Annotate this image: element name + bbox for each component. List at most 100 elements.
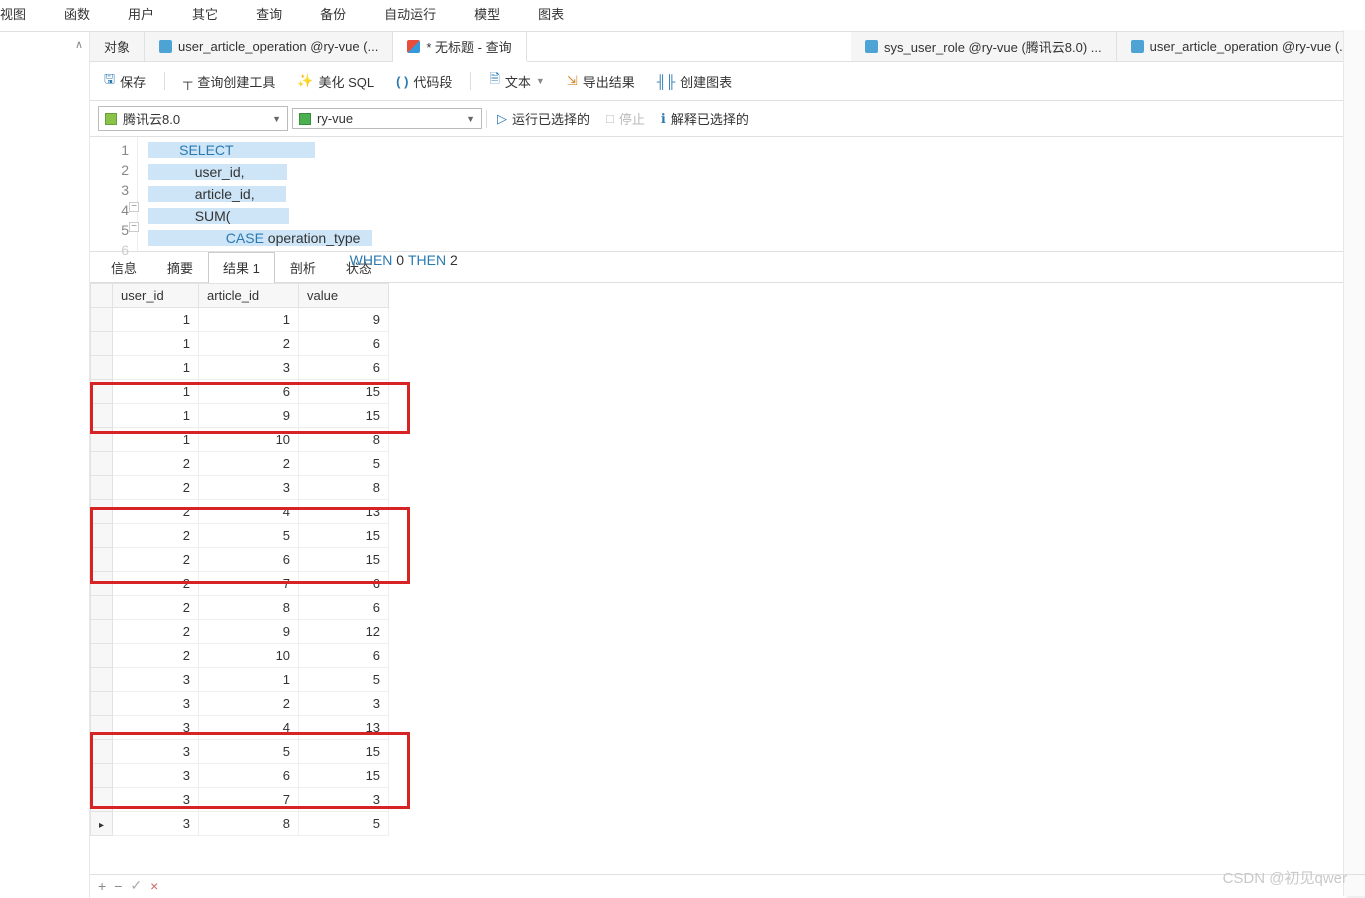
cell[interactable]: 2 (113, 572, 199, 596)
row-header[interactable] (91, 524, 113, 548)
row-header[interactable] (91, 428, 113, 452)
table-row[interactable]: 2615 (91, 548, 389, 572)
col-user-id[interactable]: user_id (113, 284, 199, 308)
table-row[interactable]: 2413 (91, 500, 389, 524)
table-row[interactable]: 1615 (91, 380, 389, 404)
cell[interactable]: 2 (113, 644, 199, 668)
table-row[interactable]: 126 (91, 332, 389, 356)
cell[interactable]: 5 (299, 812, 389, 836)
create-chart-button[interactable]: ╢╟创建图表 (653, 70, 736, 93)
cell[interactable]: 5 (299, 668, 389, 692)
cell[interactable]: 13 (299, 716, 389, 740)
fold-icon[interactable]: − (129, 222, 139, 232)
row-header[interactable] (91, 596, 113, 620)
cell[interactable]: 1 (113, 428, 199, 452)
cell[interactable]: 3 (113, 788, 199, 812)
table-row[interactable]: 276 (91, 572, 389, 596)
row-header[interactable] (91, 500, 113, 524)
tab-objects[interactable]: 对象 (90, 32, 145, 61)
cell[interactable]: 8 (199, 596, 299, 620)
cell[interactable]: 1 (113, 404, 199, 428)
cell[interactable]: 1 (113, 356, 199, 380)
row-header[interactable] (91, 380, 113, 404)
cell[interactable]: 6 (299, 644, 389, 668)
stop-button[interactable]: □停止 (600, 107, 651, 130)
cell[interactable]: 2 (113, 524, 199, 548)
row-header[interactable] (91, 812, 113, 836)
table-row[interactable]: 3615 (91, 764, 389, 788)
cell[interactable]: 4 (199, 716, 299, 740)
menu-func[interactable]: 函数 (64, 4, 90, 23)
add-row-button[interactable]: + (98, 878, 106, 894)
cell[interactable]: 15 (299, 524, 389, 548)
row-header[interactable] (91, 308, 113, 332)
collapse-arrow-icon[interactable]: ∧ (75, 38, 83, 51)
table-row[interactable]: 2106 (91, 644, 389, 668)
cell[interactable]: 2 (113, 620, 199, 644)
cell[interactable]: 1 (199, 668, 299, 692)
cell[interactable]: 1 (199, 308, 299, 332)
cell[interactable]: 2 (113, 596, 199, 620)
table-row[interactable]: 119 (91, 308, 389, 332)
row-header[interactable] (91, 404, 113, 428)
table-row[interactable]: 3413 (91, 716, 389, 740)
query-builder-button[interactable]: ┬查询创建工具 (179, 70, 279, 93)
cell[interactable]: 10 (199, 644, 299, 668)
database-dropdown[interactable]: ry-vue ▼ (292, 108, 482, 129)
run-selected-button[interactable]: ▷运行已选择的 (491, 107, 596, 130)
cell[interactable]: 8 (299, 476, 389, 500)
row-header[interactable] (91, 332, 113, 356)
fold-icon[interactable]: − (129, 202, 139, 212)
cell[interactable]: 2 (113, 476, 199, 500)
cell[interactable]: 5 (199, 524, 299, 548)
table-row[interactable]: 3515 (91, 740, 389, 764)
cell[interactable]: 3 (199, 476, 299, 500)
cell[interactable]: 1 (113, 308, 199, 332)
table-row[interactable]: 1108 (91, 428, 389, 452)
menu-user[interactable]: 用户 (128, 4, 154, 23)
explain-button[interactable]: ℹ解释已选择的 (655, 107, 755, 130)
cell[interactable]: 6 (299, 572, 389, 596)
row-header[interactable] (91, 668, 113, 692)
cell[interactable]: 8 (299, 428, 389, 452)
row-header[interactable] (91, 452, 113, 476)
row-header[interactable] (91, 620, 113, 644)
cell[interactable]: 2 (199, 332, 299, 356)
text-button[interactable]: 🗎文本▼ (485, 68, 548, 94)
menu-auto[interactable]: 自动运行 (384, 4, 436, 23)
row-header[interactable] (91, 692, 113, 716)
cell[interactable]: 2 (113, 548, 199, 572)
table-row[interactable]: 1915 (91, 404, 389, 428)
cell[interactable]: 9 (299, 308, 389, 332)
cell[interactable]: 2 (113, 500, 199, 524)
cell[interactable]: 12 (299, 620, 389, 644)
cell[interactable]: 15 (299, 764, 389, 788)
cell[interactable]: 1 (113, 332, 199, 356)
table-row[interactable]: 136 (91, 356, 389, 380)
row-header[interactable] (91, 764, 113, 788)
cell[interactable]: 7 (199, 788, 299, 812)
row-header[interactable] (91, 572, 113, 596)
tab-user-article-2[interactable]: user_article_operation @ry-vue (... (1117, 32, 1365, 61)
export-button[interactable]: ⇲导出结果 (563, 70, 639, 93)
table-row[interactable]: 238 (91, 476, 389, 500)
col-value[interactable]: value (299, 284, 389, 308)
apply-button[interactable]: ✓ (130, 877, 142, 894)
cell[interactable]: 6 (299, 332, 389, 356)
server-dropdown[interactable]: 腾讯云8.0 ▼ (98, 106, 288, 131)
sql-editor[interactable]: 123 4− 5− 6 SELECT user_id, article_id, … (90, 137, 1365, 252)
cell[interactable]: 15 (299, 404, 389, 428)
cell[interactable]: 3 (113, 668, 199, 692)
cell[interactable]: 3 (113, 716, 199, 740)
row-header[interactable] (91, 644, 113, 668)
cell[interactable]: 10 (199, 428, 299, 452)
table-row[interactable]: 286 (91, 596, 389, 620)
row-header[interactable] (91, 740, 113, 764)
cell[interactable]: 6 (299, 596, 389, 620)
result-grid[interactable]: user_id article_id value 119126136161519… (90, 283, 389, 836)
cell[interactable]: 3 (113, 692, 199, 716)
cell[interactable]: 2 (199, 692, 299, 716)
menu-model[interactable]: 模型 (474, 4, 500, 23)
cell[interactable]: 6 (199, 764, 299, 788)
cell[interactable]: 1 (113, 380, 199, 404)
